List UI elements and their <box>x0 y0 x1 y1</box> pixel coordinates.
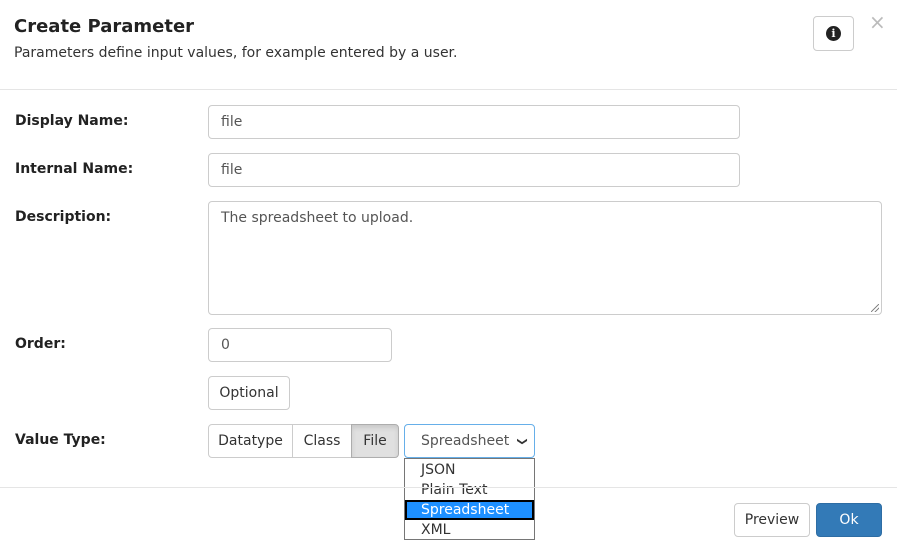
display-name-value: file <box>221 114 243 130</box>
file-type-select[interactable]: Spreadsheet ❯ <box>404 424 535 458</box>
internal-name-input[interactable]: file <box>208 153 740 187</box>
display-name-input[interactable]: file <box>208 105 740 139</box>
order-value: 0 <box>221 337 230 353</box>
order-input[interactable]: 0 <box>208 328 392 362</box>
file-type-option-spreadsheet[interactable]: Spreadsheet <box>405 500 534 520</box>
file-type-selected-value: Spreadsheet <box>421 433 510 449</box>
file-type-dropdown-list: JSON Plain Text Spreadsheet XML <box>404 458 535 540</box>
modal-title: Create Parameter <box>14 16 195 37</box>
value-type-class-button[interactable]: Class <box>292 424 352 458</box>
ok-button[interactable]: Ok <box>816 503 882 537</box>
file-type-option-xml[interactable]: XML <box>405 520 534 540</box>
modal-subtitle: Parameters define input values, for exam… <box>14 45 458 61</box>
internal-name-value: file <box>221 162 243 178</box>
display-name-label: Display Name: <box>15 113 129 129</box>
preview-button[interactable]: Preview <box>734 503 810 537</box>
info-button[interactable]: i <box>813 16 854 51</box>
resize-handle[interactable] <box>871 304 879 312</box>
value-type-button-group: Datatype Class File <box>208 424 399 458</box>
file-type-option-plain-text[interactable]: Plain Text <box>405 480 534 500</box>
internal-name-label: Internal Name: <box>15 161 134 177</box>
description-value: The spreadsheet to upload. <box>221 210 414 226</box>
footer-divider <box>0 487 897 488</box>
description-label: Description: <box>15 209 112 225</box>
file-type-option-json[interactable]: JSON <box>405 460 534 480</box>
value-type-label: Value Type: <box>15 432 106 448</box>
info-circle-icon: i <box>826 26 841 41</box>
value-type-datatype-button[interactable]: Datatype <box>208 424 293 458</box>
close-button[interactable]: × <box>869 12 886 32</box>
modal-header: Create Parameter Parameters define input… <box>0 0 897 90</box>
chevron-down-icon: ❯ <box>516 436 528 446</box>
description-textarea[interactable]: The spreadsheet to upload. <box>208 201 882 315</box>
value-type-file-button[interactable]: File <box>351 424 399 458</box>
optional-toggle-button[interactable]: Optional <box>208 376 290 410</box>
order-label: Order: <box>15 336 66 352</box>
